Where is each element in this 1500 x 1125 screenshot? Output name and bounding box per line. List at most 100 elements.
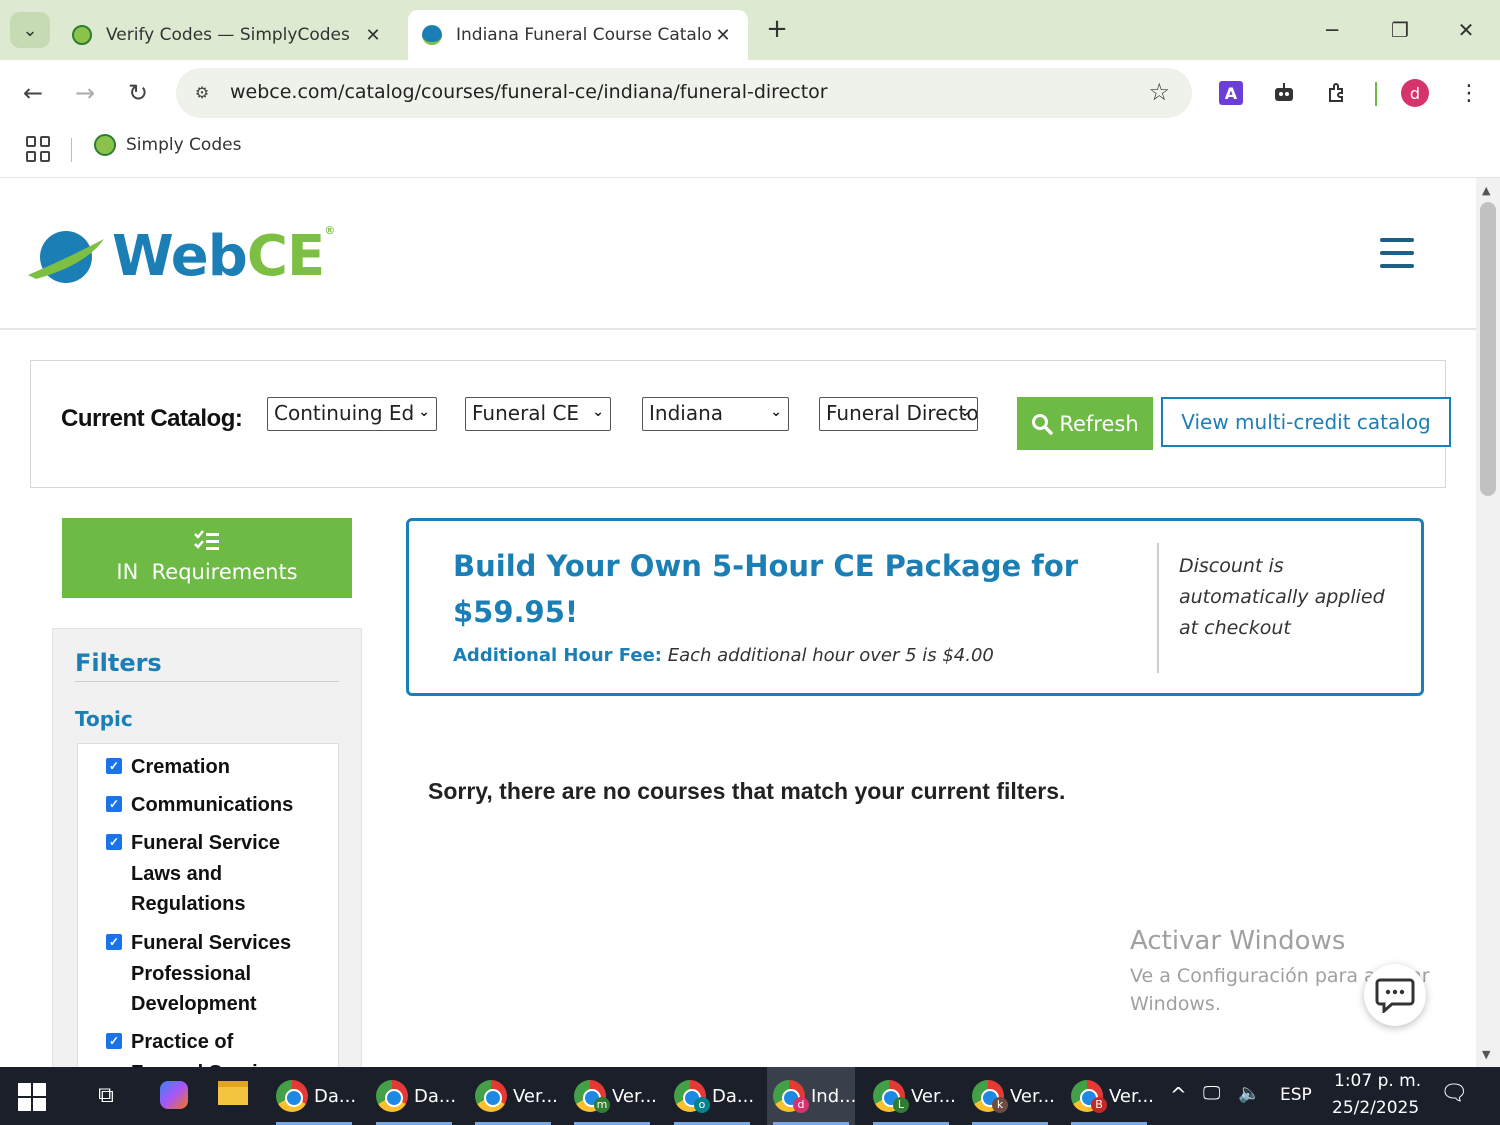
new-tab-button[interactable]: + [762, 15, 792, 45]
simplycodes-favicon-icon [94, 134, 116, 156]
browser-toolbar: ← → ↻ ⚙ webce.com/catalog/courses/funera… [0, 60, 1500, 126]
filters-title: Filters [75, 649, 162, 677]
profession-select[interactable]: Funeral CE ⌄ [465, 397, 611, 431]
taskbar-chrome-window[interactable]: Da... [370, 1067, 458, 1125]
webce-favicon-icon [422, 25, 442, 45]
checkbox-checked-icon[interactable]: ✓ [106, 758, 122, 774]
language-indicator[interactable]: ESP [1280, 1085, 1312, 1105]
refresh-button[interactable]: Refresh [1017, 397, 1153, 450]
robot-extension-icon[interactable] [1269, 78, 1299, 108]
tab-search-button[interactable]: ⌄ [10, 12, 50, 48]
simplycodes-favicon-icon [72, 25, 92, 45]
watermark-line-1: Activar Windows [1130, 926, 1346, 956]
scroll-down-arrow-icon[interactable]: ▼ [1482, 1048, 1490, 1061]
file-explorer-icon[interactable] [217, 1081, 249, 1111]
taskbar-chrome-window[interactable]: Ver... [469, 1067, 558, 1125]
site-header: WebCE® [0, 178, 1476, 330]
taskbar-chrome-window-active[interactable]: d Ind... [767, 1067, 856, 1125]
forward-button[interactable]: → [66, 74, 104, 112]
close-window-button[interactable]: ✕ [1446, 12, 1486, 48]
logo-web: Web [112, 224, 248, 289]
state-select[interactable]: Indiana ⌄ [642, 397, 789, 431]
requirements-button[interactable]: IN Requirements [62, 518, 352, 598]
checkbox-checked-icon[interactable]: ✓ [106, 1033, 122, 1049]
globe-logo-icon [28, 230, 104, 283]
topic-label: Funeral Services Professional Developmen… [131, 932, 292, 1015]
topic-item[interactable]: ✓ Practice of Funeral Service [106, 1027, 306, 1067]
scroll-up-arrow-icon[interactable]: ▲ [1482, 184, 1490, 197]
address-bar[interactable]: ⚙ webce.com/catalog/courses/funeral-ce/i… [176, 68, 1192, 118]
license-select[interactable]: Funeral Director ⌄ [819, 397, 978, 431]
profile-badge: o [694, 1097, 710, 1113]
promo-fee-text: Each additional hour over 5 is $4.00 [667, 645, 994, 666]
minimize-button[interactable]: ─ [1312, 12, 1352, 48]
taskbar-chrome-window[interactable]: Da... [270, 1067, 358, 1125]
taskbar-chrome-window[interactable]: k Ver... [966, 1067, 1055, 1125]
webce-logo[interactable]: WebCE® [26, 224, 335, 289]
profile-badge: m [594, 1097, 610, 1113]
site-info-icon[interactable]: ⚙ [190, 81, 214, 105]
close-tab-icon[interactable]: ✕ [712, 25, 734, 46]
topic-label: Funeral Service Laws and Regulations [131, 832, 280, 915]
network-icon[interactable]: 🖵 [1203, 1083, 1220, 1104]
bookmark-label: Simply Codes [126, 135, 242, 155]
topic-item[interactable]: ✓ Cremation [106, 752, 336, 783]
clock-time[interactable]: 1:07 p. m. [1334, 1071, 1421, 1091]
clock-date[interactable]: 25/2/2025 [1332, 1098, 1419, 1118]
taskbar-chrome-window[interactable]: o Da... [668, 1067, 756, 1125]
restore-button[interactable]: ❐ [1380, 12, 1420, 48]
chrome-icon [475, 1080, 507, 1112]
ce-package-promo: Build Your Own 5-Hour CE Package for $59… [406, 518, 1424, 696]
topic-label: Communications [131, 794, 294, 816]
scrollbar-thumb[interactable] [1480, 202, 1496, 496]
topic-item[interactable]: ✓ Funeral Services Professional Developm… [106, 928, 306, 1020]
back-button[interactable]: ← [14, 74, 52, 112]
taskbar-chrome-window[interactable]: B Ver... [1065, 1067, 1154, 1125]
select-value: Funeral Director [826, 401, 978, 425]
select-value: Indiana [649, 401, 724, 425]
windows-start-icon[interactable] [18, 1083, 46, 1111]
multi-credit-label: View multi-credit catalog [1181, 410, 1431, 434]
chrome-icon [276, 1080, 308, 1112]
topic-heading[interactable]: Topic [75, 707, 133, 731]
taskbar-app-label: Ver... [1010, 1085, 1055, 1107]
no-results-message: Sorry, there are no courses that match y… [428, 778, 1066, 804]
toolbar-divider [1375, 82, 1377, 106]
topic-item[interactable]: ✓ Funeral Service Laws and Regulations [106, 828, 306, 920]
education-type-select[interactable]: Continuing Ed ⌄ [267, 397, 437, 431]
requirements-label: IN Requirements [116, 560, 298, 584]
checkbox-checked-icon[interactable]: ✓ [106, 796, 122, 812]
checkbox-checked-icon[interactable]: ✓ [106, 934, 122, 950]
profile-avatar[interactable]: d [1400, 78, 1430, 108]
topic-item[interactable]: ✓ Communications [106, 790, 336, 821]
taskbar-chrome-window[interactable]: L Ver... [867, 1067, 956, 1125]
bookmarks-bar: Simply Codes [0, 126, 1500, 178]
tray-chevron-up-icon[interactable]: ^ [1170, 1083, 1187, 1107]
tab-indiana-funeral[interactable]: Indiana Funeral Course Catalog ✕ [408, 10, 748, 60]
bookmark-simply-codes[interactable]: Simply Codes [94, 134, 241, 156]
tab-strip: ⌄ Verify Codes — SimplyCodes ✕ Indiana F… [0, 0, 1500, 60]
copilot-icon[interactable] [158, 1081, 190, 1111]
bookmark-star-icon[interactable]: ☆ [1148, 78, 1170, 106]
checkbox-checked-icon[interactable]: ✓ [106, 834, 122, 850]
extensions-puzzle-icon[interactable] [1322, 78, 1352, 108]
volume-icon[interactable]: 🔈 [1238, 1083, 1260, 1104]
apps-grid-icon[interactable] [26, 136, 52, 162]
chevron-down-icon: ⌄ [770, 404, 782, 420]
hamburger-menu-icon[interactable] [1380, 238, 1414, 268]
close-tab-icon[interactable]: ✕ [362, 25, 384, 46]
multi-credit-catalog-button[interactable]: View multi-credit catalog [1161, 397, 1451, 447]
taskbar-app-label: Da... [712, 1085, 755, 1107]
tab-verify-codes[interactable]: Verify Codes — SimplyCodes ✕ [58, 10, 398, 60]
more-menu-icon[interactable]: ⋮ [1454, 78, 1484, 108]
task-view-icon[interactable]: ⧉ [90, 1081, 122, 1111]
page-scrollbar[interactable]: ▲ ▼ [1476, 178, 1500, 1067]
chat-widget-button[interactable] [1364, 964, 1426, 1026]
profile-badge: k [992, 1097, 1008, 1113]
extension-a-icon[interactable]: A [1216, 78, 1246, 108]
promo-divider [1157, 543, 1159, 673]
notifications-icon[interactable]: 🗨 [1440, 1081, 1468, 1106]
url-text[interactable]: webce.com/catalog/courses/funeral-ce/ind… [230, 81, 828, 103]
reload-button[interactable]: ↻ [119, 74, 157, 112]
taskbar-chrome-window[interactable]: m Ver... [568, 1067, 657, 1125]
